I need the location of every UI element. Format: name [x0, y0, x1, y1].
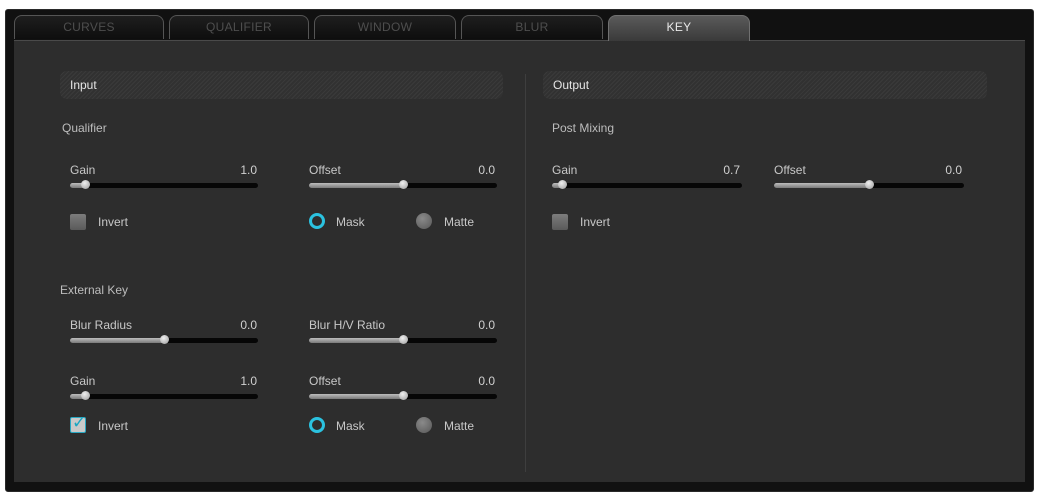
input-header: Input [60, 71, 503, 99]
tab-curves[interactable]: CURVES [14, 15, 164, 39]
qualifier-matte-radio[interactable] [416, 213, 432, 229]
blur-radius-label: Blur Radius [70, 318, 133, 332]
post-offset-label: Offset [774, 163, 806, 177]
post-gain-value: 0.7 [723, 163, 740, 177]
slider-knob[interactable] [865, 180, 874, 189]
tab-bar: CURVES QUALIFIER WINDOW BLUR KEY [14, 15, 1014, 41]
external-mask-radio[interactable] [309, 417, 325, 433]
slider-knob[interactable] [399, 335, 408, 344]
slider-knob[interactable] [160, 335, 169, 344]
post-invert-label: Invert [580, 215, 611, 229]
qualifier-label: Qualifier [62, 121, 107, 135]
qualifier-invert-label: Invert [98, 215, 129, 229]
external-gain-slider[interactable] [70, 391, 258, 401]
blur-radius-value: 0.0 [240, 318, 257, 332]
qualifier-offset-label: Offset [309, 163, 341, 177]
post-gain-label: Gain [552, 163, 578, 177]
post-offset-slider[interactable] [774, 180, 964, 190]
external-matte-radio[interactable] [416, 417, 432, 433]
post-invert-checkbox[interactable] [552, 214, 568, 230]
key-panel-window: CURVES QUALIFIER WINDOW BLUR KEY Input Q… [5, 9, 1034, 492]
external-offset-label: Offset [309, 374, 341, 388]
qualifier-matte-label: Matte [444, 215, 475, 229]
tab-key[interactable]: KEY [608, 15, 750, 41]
post-mixing-label: Post Mixing [552, 121, 615, 135]
tab-blur[interactable]: BLUR [461, 15, 603, 39]
blur-ratio-label: Blur H/V Ratio [309, 318, 386, 332]
post-gain-slider[interactable] [552, 180, 742, 190]
qualifier-mask-radio[interactable] [309, 213, 325, 229]
slider-knob[interactable] [558, 180, 567, 189]
qualifier-offset-slider[interactable] [309, 180, 497, 190]
tab-window[interactable]: WINDOW [314, 15, 456, 39]
external-mask-label: Mask [336, 419, 365, 433]
slider-knob[interactable] [399, 180, 408, 189]
external-offset-slider[interactable] [309, 391, 497, 401]
blur-ratio-value: 0.0 [478, 318, 495, 332]
slider-knob[interactable] [81, 180, 90, 189]
external-gain-value: 1.0 [240, 374, 257, 388]
external-key-label: External Key [60, 283, 129, 297]
blur-radius-slider[interactable] [70, 335, 258, 345]
tab-qualifier[interactable]: QUALIFIER [169, 15, 309, 39]
qualifier-invert-checkbox[interactable] [70, 214, 86, 230]
output-header: Output [543, 71, 987, 99]
external-offset-value: 0.0 [478, 374, 495, 388]
qualifier-gain-label: Gain [70, 163, 96, 177]
qualifier-mask-label: Mask [336, 215, 365, 229]
external-matte-label: Matte [444, 419, 475, 433]
qualifier-offset-value: 0.0 [478, 163, 495, 177]
slider-knob[interactable] [399, 391, 408, 400]
qualifier-gain-value: 1.0 [240, 163, 257, 177]
external-invert-checkbox[interactable]: ✓ [70, 413, 86, 433]
checkmark-icon: ✓ [72, 413, 87, 432]
post-offset-value: 0.0 [945, 163, 962, 177]
qualifier-gain-slider[interactable] [70, 180, 258, 190]
external-invert-label: Invert [98, 419, 129, 433]
column-divider [525, 74, 526, 472]
key-panel: Input Qualifier Gain 1.0 Offset 0.0 Inve… [14, 40, 1025, 482]
slider-knob[interactable] [81, 391, 90, 400]
blur-ratio-slider[interactable] [309, 335, 497, 345]
external-gain-label: Gain [70, 374, 96, 388]
